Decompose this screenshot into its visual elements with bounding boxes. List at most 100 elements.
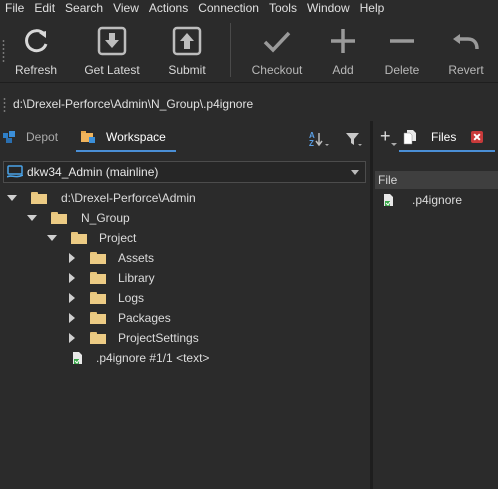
collapse-arrow-icon[interactable]: [69, 293, 75, 303]
submit-button[interactable]: Submit: [162, 17, 212, 83]
menu-actions[interactable]: Actions: [144, 0, 193, 17]
tree-row-root[interactable]: d:\Drexel-Perforce\Admin: [7, 188, 196, 208]
file-name: .p4ignore: [412, 193, 463, 207]
menu-view[interactable]: View: [108, 0, 144, 17]
menu-tools[interactable]: Tools: [264, 0, 302, 17]
get-latest-icon: [97, 26, 127, 56]
active-tab-indicator: [399, 150, 495, 152]
delete-button[interactable]: Delete: [380, 17, 424, 83]
folder-icon: [51, 212, 67, 224]
toolbar-separator: [230, 23, 231, 77]
file-column-header[interactable]: File: [375, 171, 498, 189]
tree-row-file[interactable]: .p4ignore #1/1 <text>: [72, 348, 209, 368]
close-icon[interactable]: [471, 131, 483, 143]
collapse-arrow-icon[interactable]: [69, 253, 75, 263]
refresh-icon: [25, 29, 48, 53]
left-pane: Depot Workspace A Z dkw34_Admin (mainlin…: [0, 121, 370, 489]
tab-depot[interactable]: Depot: [2, 124, 58, 150]
tree-row-group[interactable]: N_Group: [27, 208, 130, 228]
tree-label: Logs: [118, 291, 145, 305]
collapse-arrow-icon[interactable]: [69, 313, 75, 323]
expand-arrow-icon[interactable]: [47, 235, 57, 241]
menu-search[interactable]: Search: [60, 0, 108, 17]
revert-label: Revert: [448, 63, 484, 77]
refresh-button[interactable]: Refresh: [10, 17, 62, 83]
checkout-label: Checkout: [251, 63, 303, 77]
file-icon: [73, 352, 82, 364]
folder-icon: [90, 292, 106, 304]
plus-icon: [331, 29, 355, 53]
chevron-down-icon[interactable]: [391, 143, 397, 146]
tree-label: Assets: [118, 251, 155, 265]
menu-edit[interactable]: Edit: [29, 0, 60, 17]
file-label: .p4ignore #1/1 <text>: [96, 351, 210, 365]
minus-icon: [390, 39, 414, 43]
expand-arrow-icon[interactable]: [27, 215, 37, 221]
file-icon: [384, 194, 393, 206]
toolbar-grip[interactable]: [2, 39, 5, 63]
depot-icon: [3, 131, 15, 143]
folder-icon: [90, 252, 106, 264]
menu-connection[interactable]: Connection: [193, 0, 264, 17]
folder-icon: [90, 272, 106, 284]
checkmark-icon: [263, 31, 291, 53]
get-latest-label: Get Latest: [84, 63, 140, 77]
expand-arrow-icon[interactable]: [7, 195, 17, 201]
tab-workspace[interactable]: Workspace: [80, 124, 166, 150]
folder-icon: [90, 332, 106, 344]
tree-row-assets[interactable]: Assets: [69, 248, 154, 268]
tree-row-packages[interactable]: Packages: [69, 308, 171, 328]
folder-icon: [90, 312, 106, 324]
add-label: Add: [332, 63, 354, 77]
checkout-button[interactable]: Checkout: [248, 17, 306, 83]
files-icon: [403, 130, 416, 145]
svg-text:Z: Z: [309, 139, 314, 148]
right-pane-tabs: + Files: [373, 121, 498, 153]
pane-tabs: Depot Workspace A Z: [0, 121, 370, 153]
submit-label: Submit: [168, 63, 206, 77]
tree-label: ProjectSettings: [118, 331, 199, 345]
tree-label: d:\Drexel-Perforce\Admin: [61, 191, 196, 205]
tree-label: Library: [118, 271, 155, 285]
submit-icon: [172, 26, 202, 56]
sort-az-icon[interactable]: A Z: [308, 130, 330, 148]
workspace-name: dkw34_Admin (mainline): [27, 165, 159, 179]
tree-label: Packages: [118, 311, 171, 325]
workspace-icon: [81, 131, 95, 143]
workspace-dropdown[interactable]: dkw34_Admin (mainline): [3, 161, 366, 183]
menu-file[interactable]: File: [0, 0, 29, 17]
revert-icon: [453, 34, 479, 50]
add-tab-button[interactable]: +: [380, 127, 391, 145]
main-toolbar: Refresh Get Latest Submit Checkout Add D…: [0, 17, 498, 83]
column-label: File: [378, 173, 398, 187]
right-pane: + Files File .p4ignore: [373, 121, 498, 489]
menu-help[interactable]: Help: [355, 0, 390, 17]
menu-bar: File Edit Search View Actions Connection…: [0, 0, 498, 17]
collapse-arrow-icon[interactable]: [69, 273, 75, 283]
delete-label: Delete: [384, 63, 420, 77]
pathbar-grip[interactable]: [3, 97, 6, 113]
tree-row-projectsettings[interactable]: ProjectSettings: [69, 328, 199, 348]
tab-workspace-label: Workspace: [106, 130, 166, 144]
menu-window[interactable]: Window: [302, 0, 355, 17]
add-button[interactable]: Add: [326, 17, 360, 83]
collapse-arrow-icon[interactable]: [69, 333, 75, 343]
tree-label: Project: [99, 231, 137, 245]
tree-row-project[interactable]: Project: [47, 228, 136, 248]
tree-row-library[interactable]: Library: [69, 268, 155, 288]
filter-icon[interactable]: [345, 132, 363, 148]
active-tab-indicator: [76, 150, 176, 152]
tree-label: N_Group: [81, 211, 130, 225]
tab-depot-label: Depot: [26, 130, 59, 144]
tab-files-label: Files: [431, 130, 457, 144]
revert-button[interactable]: Revert: [444, 17, 488, 83]
path-field[interactable]: d:\Drexel-Perforce\Admin\N_Group\.p4igno…: [13, 97, 253, 111]
chevron-down-icon: [351, 170, 359, 175]
workspace-icon: [7, 165, 23, 178]
tree-row-logs[interactable]: Logs: [69, 288, 144, 308]
folder-icon: [31, 192, 47, 204]
get-latest-button[interactable]: Get Latest: [82, 17, 142, 83]
list-item[interactable]: .p4ignore: [383, 191, 462, 209]
address-bar: d:\Drexel-Perforce\Admin\N_Group\.p4igno…: [0, 92, 498, 118]
folder-icon: [71, 232, 87, 244]
